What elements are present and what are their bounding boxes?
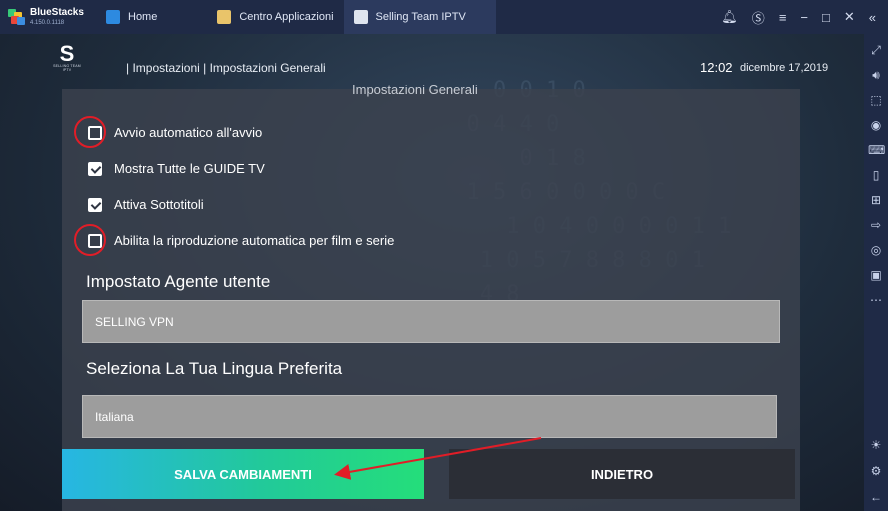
close-icon[interactable]: ✕ — [844, 9, 855, 25]
save-button[interactable]: SALVA CAMBIAMENTI — [62, 449, 424, 499]
breadcrumb: | Impostazioni | Impostazioni Generali — [126, 61, 326, 75]
eye-icon[interactable]: ◉ — [868, 117, 884, 133]
language-label: Seleziona La Tua Lingua Preferita — [86, 359, 343, 378]
option-label: Avvio automatico all'avvio — [114, 125, 263, 140]
clock: 12:02 — [700, 60, 733, 75]
gamepad-icon[interactable]: ⊞ — [868, 192, 884, 208]
option-label: Abilita la riproduzione automatica per f… — [114, 233, 395, 248]
bell-icon[interactable]: 🔔︎ — [721, 9, 738, 25]
app-logo: S SELLING TEAM IPTV — [52, 41, 82, 78]
brand-name: BlueStacks — [30, 7, 84, 18]
tab-home-label: Home — [128, 11, 158, 23]
show-guides-checkbox[interactable] — [88, 161, 102, 176]
home-icon — [106, 10, 120, 24]
install-apk-icon[interactable]: ⇨ — [868, 217, 884, 233]
highlight-circle — [74, 116, 106, 148]
app-screen: 0 0 1 0 0 4 4 0 0 1 8 1 5 6 0 0 0 0 C 1 … — [0, 34, 864, 511]
more-icon[interactable]: ⋯ — [868, 292, 884, 308]
option-show-guides[interactable]: Mostra Tutte le GUIDE TV — [88, 161, 265, 176]
device-icon[interactable]: ▯ — [868, 167, 884, 183]
tab-selling-team-iptv[interactable]: Selling Team IPTV — [343, 0, 496, 34]
maximize-icon[interactable]: □ — [822, 10, 830, 25]
subtitles-checkbox[interactable] — [88, 197, 102, 212]
record-icon[interactable]: ▣ — [868, 267, 884, 283]
tab-iptv-label: Selling Team IPTV — [375, 11, 466, 23]
settings-icon[interactable]: ⚙ — [868, 463, 884, 479]
brand-version: 4.150.0.1118 — [30, 20, 65, 26]
option-subtitles[interactable]: Attiva Sottotitoli — [88, 197, 204, 212]
keyboard-icon[interactable]: ⌨ — [868, 142, 885, 158]
language-select[interactable]: Italiana — [82, 395, 777, 438]
settings-panel: Impostazioni Generali Avvio automatico a… — [62, 85, 800, 511]
menu-icon[interactable]: ≡ — [779, 10, 787, 25]
user-agent-field[interactable]: SELLING VPN — [82, 300, 780, 343]
account-icon[interactable]: Ⓢ — [752, 8, 765, 27]
screenshot-region-icon[interactable]: ⬚ — [868, 92, 884, 108]
date: dicembre 17,2019 — [740, 62, 829, 74]
tab-app-center[interactable]: Centro Applicazioni — [207, 0, 343, 34]
bluestacks-logo[interactable]: BlueStacks 4.150.0.1118 — [0, 0, 90, 34]
fullscreen-icon[interactable]: ⤢ — [868, 42, 884, 58]
option-autostart[interactable]: Avvio automatico all'avvio — [88, 125, 262, 140]
user-agent-label: Impostato Agente utente — [86, 272, 271, 291]
option-label: Attiva Sottotitoli — [114, 197, 204, 212]
brightness-icon[interactable]: ☀ — [868, 437, 884, 453]
option-label: Mostra Tutte le GUIDE TV — [114, 161, 265, 176]
volume-icon[interactable]: 🔊︎ — [868, 67, 884, 83]
camera-icon[interactable]: ◎ — [868, 242, 884, 258]
tab-app-center-label: Centro Applicazioni — [239, 11, 334, 23]
logo-sub: IPTV — [62, 68, 72, 72]
collapse-sidebar-icon[interactable]: « — [869, 10, 876, 25]
option-autoplay[interactable]: Abilita la riproduzione automatica per f… — [88, 233, 394, 248]
iptv-app-icon — [353, 10, 368, 24]
minimize-icon[interactable]: − — [800, 10, 808, 25]
highlight-circle — [74, 224, 106, 256]
tab-home[interactable]: Home — [96, 0, 167, 34]
logo-mark-icon: S — [59, 41, 75, 66]
app-center-icon — [217, 10, 232, 24]
back-icon[interactable]: ← — [868, 489, 884, 505]
bluestacks-logo-icon — [8, 9, 26, 25]
title-bar: BlueStacks 4.150.0.1118 Home Centro Appl… — [0, 0, 888, 34]
back-button[interactable]: INDIETRO — [449, 449, 795, 499]
tool-sidebar: ⤢ 🔊︎ ⬚ ◉ ⌨ ▯ ⊞ ⇨ ◎ ▣ ⋯ ☀ ⚙ ← — [864, 34, 888, 511]
app-header: S SELLING TEAM IPTV | Impostazioni | Imp… — [0, 34, 864, 90]
panel-title: Impostazioni Generali — [352, 85, 478, 97]
